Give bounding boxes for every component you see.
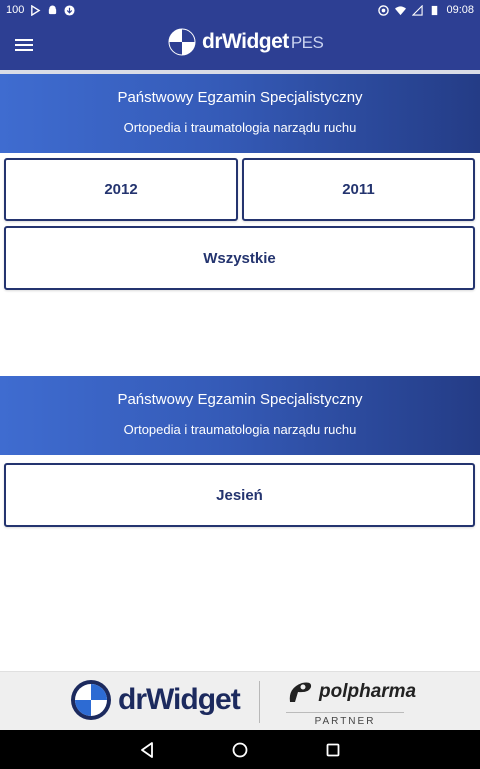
- recents-button[interactable]: [313, 730, 353, 769]
- drwidget-logo-icon: [71, 680, 111, 720]
- all-years-button[interactable]: Wszystkie: [4, 226, 475, 290]
- status-bar: 100 09:08: [0, 0, 480, 20]
- home-button[interactable]: [220, 730, 260, 769]
- play-store-icon: [31, 4, 41, 16]
- logo-main-text: drWidget: [202, 30, 289, 53]
- logo-suffix-text: PES: [290, 33, 324, 52]
- exam-banner: Państwowy Egzamin Specjalistyczny Ortope…: [0, 376, 480, 455]
- drwidget-logo-icon: [168, 28, 196, 56]
- autumn-session-button[interactable]: Jesień: [4, 463, 475, 527]
- signal-icon: [412, 4, 424, 16]
- year-2012-button[interactable]: 2012: [4, 158, 238, 221]
- home-circle-icon: [232, 742, 248, 757]
- banner-subtitle: Ortopedia i traumatologia narządu ruchu: [123, 422, 357, 437]
- banner-subtitle: Ortopedia i traumatologia narządu ruchu: [123, 120, 357, 135]
- app-screen: 100 09:08 drWidget PES Państwowy Egzamin…: [0, 0, 480, 769]
- app-logo: drWidget PES: [168, 28, 324, 56]
- back-triangle-icon: [140, 741, 153, 758]
- partner-label: PARTNER: [286, 712, 404, 727]
- partner-brand-text: polpharma: [319, 681, 417, 702]
- polpharma-logo-icon: [289, 682, 312, 702]
- back-button[interactable]: [127, 730, 167, 769]
- footer-polpharma-logo: polpharma PARTNER: [286, 680, 416, 727]
- banner-title: Państwowy Egzamin Specjalistyczny: [117, 89, 363, 106]
- system-nav-bar: [0, 730, 480, 769]
- exam-banner: Państwowy Egzamin Specjalistyczny Ortope…: [0, 74, 480, 153]
- clock: 09:08: [446, 4, 474, 16]
- footer-brand-text: drWidget: [118, 683, 241, 716]
- location-icon: [378, 4, 390, 16]
- android-icon: [49, 4, 57, 14]
- download-icon: [64, 4, 75, 16]
- footer-drwidget-logo: drWidget: [70, 679, 241, 721]
- battery-icon: [432, 5, 438, 15]
- year-2011-button[interactable]: 2011: [242, 158, 475, 221]
- banner-title: Państwowy Egzamin Specjalistyczny: [117, 391, 363, 408]
- hamburger-menu-icon: [15, 39, 33, 51]
- app-bar: drWidget PES: [0, 20, 480, 70]
- footer-divider: [259, 681, 260, 723]
- wifi-icon: [395, 5, 407, 15]
- recents-square-icon: [326, 743, 340, 756]
- battery-level-text: 100: [6, 4, 25, 16]
- menu-button[interactable]: [0, 20, 48, 70]
- sponsor-footer: drWidget polpharma PARTNER: [0, 671, 480, 730]
